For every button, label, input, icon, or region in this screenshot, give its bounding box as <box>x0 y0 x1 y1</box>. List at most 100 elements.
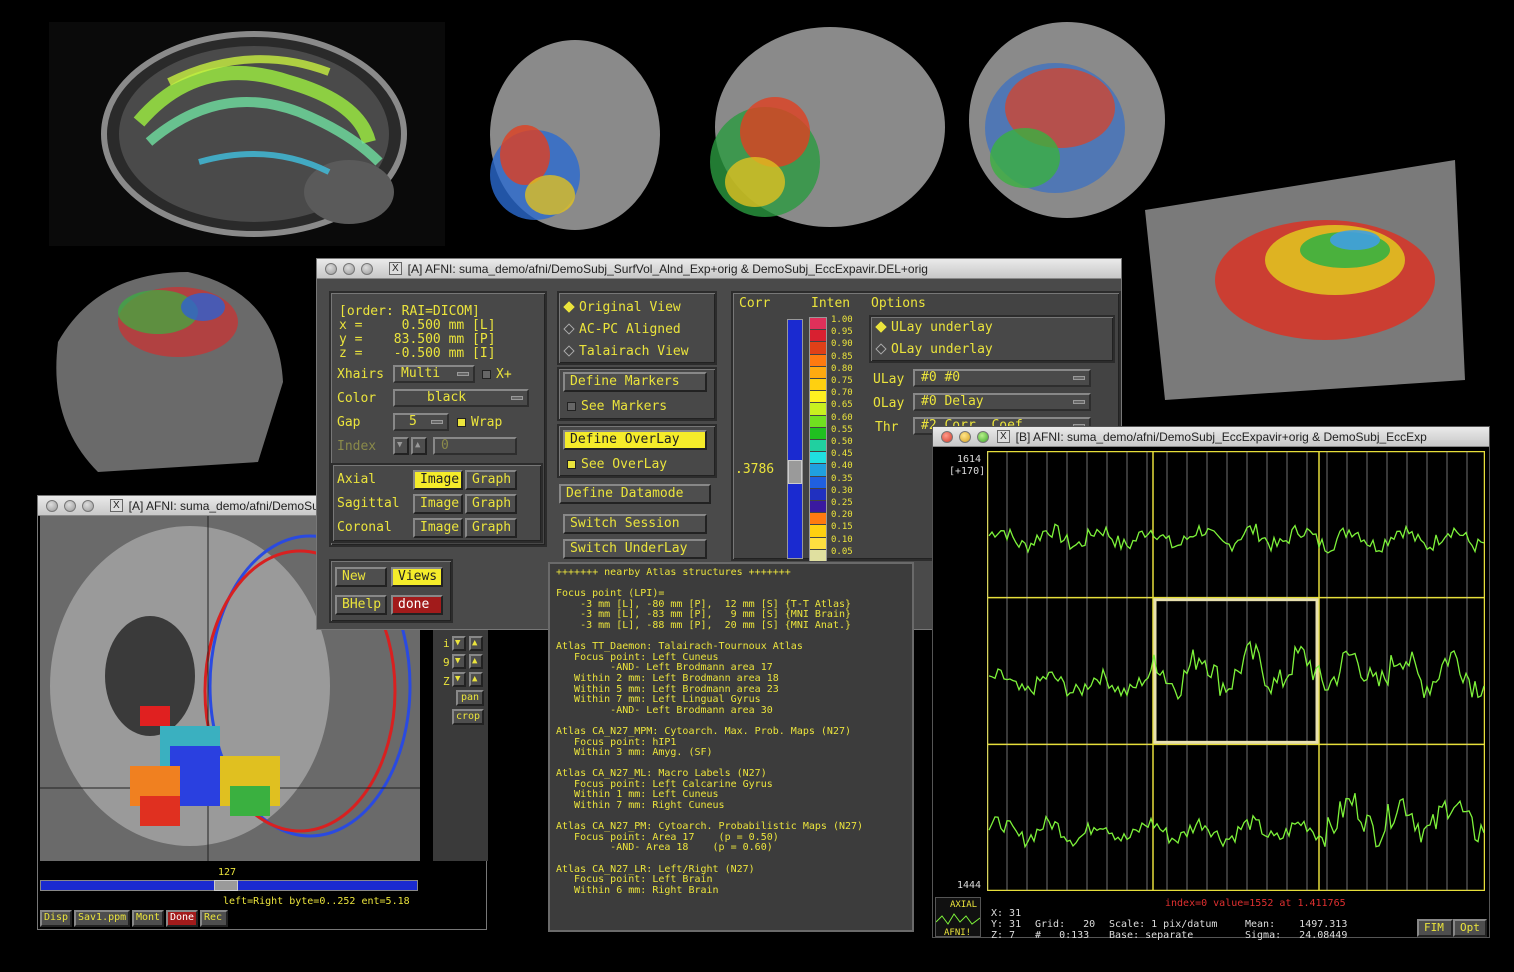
threshold-slider-thumb[interactable] <box>788 460 802 484</box>
axial-image-button[interactable]: Image <box>413 470 463 490</box>
colorbar-tick-label: 0.35 <box>831 473 853 484</box>
ulay-label: ULay <box>873 372 905 387</box>
zoom-dot-icon[interactable] <box>82 499 94 512</box>
colorbar-tick-label: 0.20 <box>831 510 853 521</box>
timeseries-grid[interactable] <box>986 450 1486 892</box>
switch-underlay-button[interactable]: Switch UnderLay <box>563 539 707 559</box>
atlas-line: Within 7 mm: Right Cuneus <box>556 800 725 812</box>
colorbar-tick-label: 0.90 <box>831 339 853 350</box>
bhelp-button[interactable]: BHelp <box>335 595 387 615</box>
colorbar-tick-label: 0.65 <box>831 400 853 411</box>
close-dot-icon[interactable] <box>46 499 58 512</box>
xplus-checkbox[interactable] <box>482 370 491 379</box>
axial-thumbnail[interactable]: AXIAL AFNI! <box>935 897 981 938</box>
close-dot-icon[interactable] <box>325 262 337 275</box>
disp-button[interactable]: Disp <box>40 910 72 927</box>
9-up-arrow[interactable]: ▲ <box>469 654 483 669</box>
slice-slider[interactable] <box>40 880 418 891</box>
timeseries-trace <box>988 523 1485 554</box>
side-label-i: i <box>443 637 450 650</box>
mont-button[interactable]: Mont <box>132 910 164 927</box>
pan-button[interactable]: pan <box>456 690 484 706</box>
wrap-toggle[interactable]: Wrap <box>457 416 502 430</box>
colorbar-segment <box>810 354 826 366</box>
ulay-menu[interactable]: #0 #0 <box>913 369 1091 387</box>
i-up-arrow[interactable]: ▲ <box>469 636 483 651</box>
xplus-toggle[interactable]: X+ <box>482 368 512 382</box>
olay-underlay-radio[interactable]: OLay underlay <box>875 343 993 357</box>
color-menu[interactable]: black <box>393 389 529 407</box>
talairach-view-radio[interactable]: Talairach View <box>563 345 689 359</box>
close-dot-icon[interactable] <box>941 430 953 443</box>
rec-button[interactable]: Rec <box>200 910 228 927</box>
colorbar-segment <box>810 537 826 549</box>
graph-index-info: index=0 value=1552 at 1.411765 <box>1165 898 1346 909</box>
coord-order[interactable]: [order: RAI=DICOM] <box>339 305 480 319</box>
define-overlay-button[interactable]: Define OverLay <box>563 430 707 450</box>
olay-menu[interactable]: #0 Delay <box>913 393 1091 411</box>
sagittal-image-button[interactable]: Image <box>413 494 463 514</box>
colorbar-segment <box>810 452 826 464</box>
corr-label: Corr <box>739 296 771 311</box>
colorbar-tick-label: 0.95 <box>831 327 853 338</box>
see-overlay-toggle[interactable]: See OverLay <box>567 458 667 472</box>
image-status-text: left=Right byte=0..252 ent=5.18 <box>223 896 410 907</box>
z-up-arrow[interactable]: ▲ <box>469 672 483 687</box>
define-markers-button[interactable]: Define Markers <box>563 372 707 392</box>
z-down-arrow[interactable]: ▼ <box>452 672 466 687</box>
timeseries-trace <box>988 640 1485 701</box>
xhairs-menu[interactable]: Multi <box>393 365 475 383</box>
3d-head-render <box>38 262 290 484</box>
graph-z-info: Z: 7 <box>991 930 1016 941</box>
image-window-title: [A] AFNI: suma_demo/afni/DemoSu <box>128 498 319 513</box>
opt-button[interactable]: Opt <box>1453 919 1487 937</box>
graph-border <box>986 450 1486 892</box>
coord-z[interactable]: z = -0.500 mm [I] <box>339 347 496 361</box>
minimize-dot-icon[interactable] <box>64 499 76 512</box>
thr-label: Thr <box>875 420 899 435</box>
index-up-arrow[interactable]: ▲ <box>411 437 427 455</box>
main-window-title: [A] AFNI: suma_demo/afni/DemoSubj_SurfVo… <box>407 261 928 276</box>
colorbar-segment <box>810 476 826 488</box>
x11-icon: X <box>389 262 402 275</box>
views-button[interactable]: Views <box>391 567 443 587</box>
index-down-arrow[interactable]: ▼ <box>393 437 409 455</box>
crop-button[interactable]: crop <box>452 709 484 725</box>
coord-y[interactable]: y = 83.500 mm [P] <box>339 333 496 347</box>
colorbar[interactable] <box>809 317 827 561</box>
define-datamode-button[interactable]: Define Datamode <box>559 484 711 504</box>
colorbar-tick-label: 0.40 <box>831 461 853 472</box>
original-view-radio[interactable]: Original View <box>563 301 681 315</box>
new-button[interactable]: New <box>335 567 387 587</box>
coord-x[interactable]: x = 0.500 mm [L] <box>339 319 496 333</box>
atlas-line: Atlas CA_N27_MPM: Cytoarch. Max. Prob. M… <box>556 725 852 737</box>
minimize-dot-icon[interactable] <box>959 430 971 443</box>
ulay-underlay-radio[interactable]: ULay underlay <box>875 321 993 335</box>
wrap-checkbox[interactable] <box>457 418 466 427</box>
done-button[interactable]: Done <box>166 910 198 927</box>
graph-window-titlebar[interactable]: X [B] AFNI: suma_demo/afni/DemoSubj_EccE… <box>933 427 1489 447</box>
coronal-graph-button[interactable]: Graph <box>465 518 517 538</box>
index-field[interactable]: 0 <box>433 437 517 455</box>
inten-label: Inten <box>811 296 851 311</box>
coronal-image-button[interactable]: Image <box>413 518 463 538</box>
graph-ymin: 1444 <box>957 880 982 891</box>
side-label-9: 9 <box>443 656 450 669</box>
slice-slider-thumb[interactable] <box>214 880 238 891</box>
i-down-arrow[interactable]: ▼ <box>452 636 466 651</box>
threshold-slider[interactable] <box>787 319 803 559</box>
save-button[interactable]: Sav1.ppm <box>74 910 130 927</box>
9-down-arrow[interactable]: ▼ <box>452 654 466 669</box>
switch-session-button[interactable]: Switch Session <box>563 514 707 534</box>
acpc-aligned-radio[interactable]: AC-PC Aligned <box>563 323 681 337</box>
zoom-dot-icon[interactable] <box>977 430 989 443</box>
zoom-dot-icon[interactable] <box>361 262 373 275</box>
sagittal-graph-button[interactable]: Graph <box>465 494 517 514</box>
gap-menu[interactable]: 5 <box>393 413 449 431</box>
minimize-dot-icon[interactable] <box>343 262 355 275</box>
done-main-button[interactable]: done <box>391 595 443 615</box>
axial-graph-button[interactable]: Graph <box>465 470 517 490</box>
see-markers-toggle[interactable]: See Markers <box>567 400 667 414</box>
main-window-titlebar[interactable]: X [A] AFNI: suma_demo/afni/DemoSubj_Surf… <box>317 259 1121 279</box>
fim-button[interactable]: FIM <box>1417 919 1453 937</box>
